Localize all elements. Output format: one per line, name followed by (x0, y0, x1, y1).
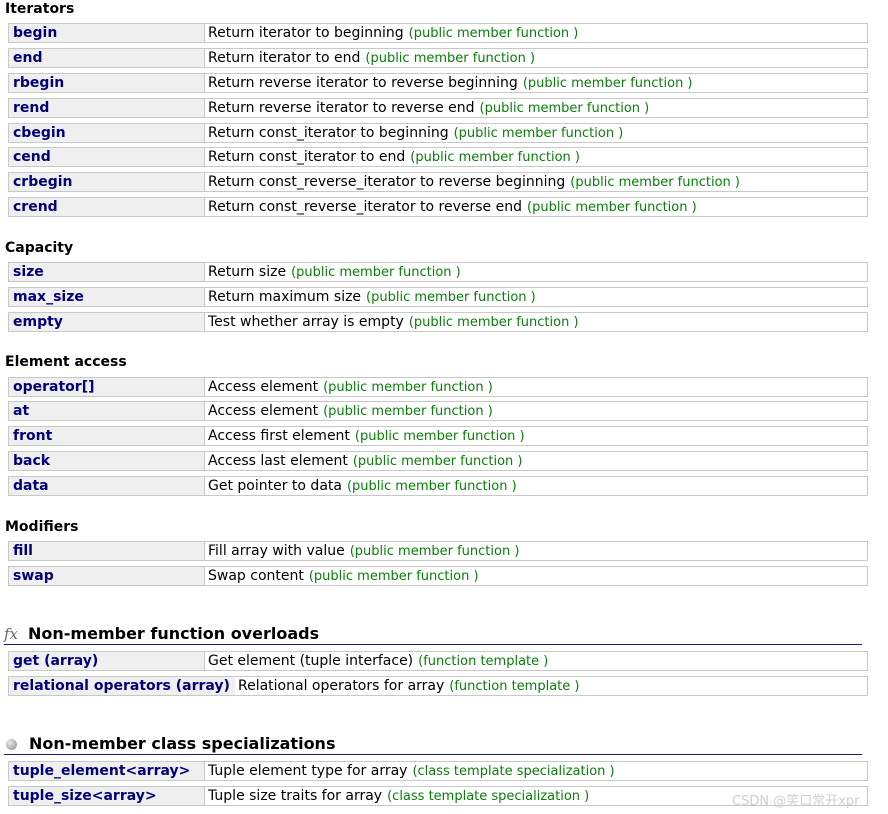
member-desc: Return const_reverse_iterator to reverse… (208, 199, 522, 215)
member-kind: (public member function ) (522, 75, 693, 91)
member-link-fill[interactable]: fill (9, 542, 205, 560)
member-row-cbegin: cbegin Return const_iterator to beginnin… (8, 123, 868, 143)
member-kind: (public member function ) (352, 453, 523, 469)
member-desc: Get pointer to data (208, 478, 342, 494)
member-row-empty: empty Test whether array is empty (publi… (8, 312, 868, 332)
bullet-icon (6, 739, 17, 750)
member-kind: (class template specialization ) (387, 788, 590, 804)
member-link-tuple-element[interactable]: tuple_element<array> (9, 762, 205, 780)
member-kind: (public member function ) (346, 478, 517, 494)
member-link-tuple-size[interactable]: tuple_size<array> (9, 787, 205, 805)
member-desc: Get element (tuple interface) (208, 653, 414, 669)
member-desc: Access first element (208, 428, 350, 444)
member-desc: Relational operators for array (238, 678, 445, 694)
member-kind: (public member function ) (410, 149, 580, 165)
member-kind: (function template ) (449, 678, 580, 694)
member-kind: (public member function ) (349, 543, 520, 559)
member-desc: Access last element (208, 453, 348, 469)
member-row-data: data Get pointer to data (public member … (8, 476, 868, 496)
member-desc: Tuple element type for array (208, 763, 408, 779)
section-title-modifiers: Modifiers (5, 519, 79, 535)
member-link-crbegin[interactable]: crbegin (9, 173, 205, 191)
member-link-at[interactable]: at (9, 402, 205, 420)
member-kind: (public member function ) (366, 289, 536, 305)
member-kind: (public member function ) (308, 568, 479, 584)
member-row-get-array: get (array) Get element (tuple interface… (8, 651, 868, 671)
member-link-max-size[interactable]: max_size (9, 288, 205, 306)
member-kind: (public member function ) (479, 100, 650, 116)
member-desc: Access element (208, 379, 319, 395)
section-title-iterators: Iterators (5, 1, 75, 17)
member-link-front[interactable]: front (9, 427, 205, 445)
member-link-back[interactable]: back (9, 452, 205, 470)
member-desc: Swap content (208, 568, 304, 584)
member-row-max-size: max_size Return maximum size (public mem… (8, 287, 868, 307)
member-row-swap: swap Swap content (public member functio… (8, 566, 868, 586)
member-desc: Return const_reverse_iterator to reverse… (208, 174, 566, 190)
section-title-element-access: Element access (5, 354, 127, 370)
member-desc: Return size (208, 264, 287, 280)
member-link-rend[interactable]: rend (9, 99, 205, 117)
member-desc: Return reverse iterator to reverse end (208, 100, 475, 116)
member-desc: Test whether array is empty (208, 314, 404, 330)
member-row-tuple-element: tuple_element<array> Tuple element type … (8, 761, 868, 781)
member-kind: (public member function ) (408, 25, 579, 41)
member-link-rbegin[interactable]: rbegin (9, 74, 205, 92)
member-kind: (public member function ) (453, 125, 624, 141)
member-row-end: end Return iterator to end (public membe… (8, 48, 868, 68)
watermark: CSDN @笑口常开xpr (732, 794, 860, 809)
member-desc: Fill array with value (208, 543, 345, 559)
member-row-begin: begin Return iterator to beginning (publ… (8, 23, 868, 43)
member-kind: (public member function ) (354, 428, 525, 444)
member-kind: (public member function ) (291, 264, 461, 280)
member-desc: Return const_iterator to end (208, 149, 406, 165)
member-desc: Return iterator to beginning (208, 25, 404, 41)
member-kind: (function template ) (418, 653, 549, 669)
member-link-empty[interactable]: empty (9, 313, 205, 331)
member-link-cbegin[interactable]: cbegin (9, 124, 205, 142)
member-row-size: size Return size (public member function… (8, 262, 868, 282)
member-desc: Tuple size traits for array (208, 788, 383, 804)
reference-page: Iterators begin Return iterator to begin… (0, 0, 888, 814)
member-kind: (public member function ) (570, 174, 740, 190)
member-row-rend: rend Return reverse iterator to reverse … (8, 98, 868, 118)
member-kind: (public member function ) (365, 50, 536, 66)
member-desc: Return const_iterator to beginning (208, 125, 449, 141)
member-link-data[interactable]: data (9, 477, 205, 495)
section-title-nonmember-functions: fx Non-member function overloads (4, 623, 862, 645)
member-row-at: at Access element (public member functio… (8, 401, 868, 421)
member-link-size[interactable]: size (9, 263, 205, 281)
member-kind: (public member function ) (408, 314, 579, 330)
section-title-nonmember-classes: Non-member class specializations (4, 733, 862, 755)
member-row-back: back Access last element (public member … (8, 451, 868, 471)
section-title-text: Non-member class specializations (29, 734, 336, 753)
section-title-text: Non-member function overloads (28, 624, 320, 643)
member-link-get-array[interactable]: get (array) (9, 652, 205, 670)
member-kind: (public member function ) (323, 379, 493, 395)
member-link-crend[interactable]: crend (9, 198, 205, 216)
member-kind: (class template specialization ) (412, 763, 615, 779)
member-row-operator-brackets: operator[] Access element (public member… (8, 377, 868, 397)
section-title-capacity: Capacity (5, 240, 74, 256)
member-row-fill: fill Fill array with value (public membe… (8, 541, 868, 561)
member-kind: (public member function ) (323, 403, 493, 419)
member-desc: Return reverse iterator to reverse begin… (208, 75, 518, 91)
member-row-crend: crend Return const_reverse_iterator to r… (8, 197, 868, 217)
function-icon: fx (4, 625, 19, 643)
member-link-begin[interactable]: begin (9, 24, 205, 42)
member-desc: Access element (208, 403, 319, 419)
member-row-front: front Access first element (public membe… (8, 426, 868, 446)
member-link-cend[interactable]: cend (9, 148, 205, 166)
member-link-end[interactable]: end (9, 49, 205, 67)
member-row-crbegin: crbegin Return const_reverse_iterator to… (8, 172, 868, 192)
member-link-swap[interactable]: swap (9, 567, 205, 585)
member-row-cend: cend Return const_iterator to end (publi… (8, 147, 868, 167)
member-row-rbegin: rbegin Return reverse iterator to revers… (8, 73, 868, 93)
member-kind: (public member function ) (527, 199, 697, 215)
member-desc: Return maximum size (208, 289, 362, 305)
member-desc: Return iterator to end (208, 50, 361, 66)
member-link-operator-brackets[interactable]: operator[] (9, 378, 205, 396)
member-link-relational-operators[interactable]: relational operators (array) (9, 677, 235, 695)
member-row-relational-operators: relational operators (array) Relational … (8, 676, 868, 696)
